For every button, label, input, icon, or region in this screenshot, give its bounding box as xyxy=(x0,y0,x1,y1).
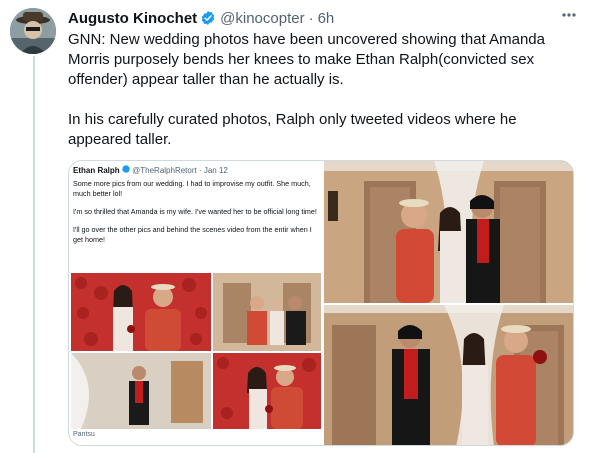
embedded-handle: @TheRalphRetort xyxy=(132,166,197,175)
embedded-paragraph-2: I'm so thrilled that Amanda is my wife. … xyxy=(73,207,317,216)
media-image-3[interactable] xyxy=(324,305,573,445)
handle[interactable]: @kinocopter xyxy=(220,10,304,27)
tweet-header: Augusto Kinochet @kinocopter · 6h xyxy=(68,8,334,28)
embedded-photo-1 xyxy=(71,273,211,351)
display-name[interactable]: Augusto Kinochet xyxy=(68,10,197,27)
thread-line xyxy=(33,56,35,453)
embedded-photo-2 xyxy=(213,273,321,351)
embedded-photo-4 xyxy=(213,353,321,429)
embedded-photo-3 xyxy=(71,353,211,429)
tweet-paragraph-1: GNN: New wedding photos have been uncove… xyxy=(68,31,545,88)
embedded-tweet-header: Ethan Ralph @TheRalphRetort · Jan 12 xyxy=(73,165,228,175)
embedded-photo-grid xyxy=(71,273,321,429)
media-image-1[interactable]: Ethan Ralph @TheRalphRetort · Jan 12 Som… xyxy=(69,161,322,445)
embedded-paragraph-1: Some more pics from our wedding. I had t… xyxy=(73,179,311,198)
tweet-text: GNN: New wedding photos have been uncove… xyxy=(68,30,568,150)
embedded-display-name: Ethan Ralph xyxy=(73,166,120,175)
separator-dot: · xyxy=(308,9,314,27)
media-grid[interactable]: Ethan Ralph @TheRalphRetort · Jan 12 Som… xyxy=(68,160,574,446)
tweet[interactable]: Augusto Kinochet @kinocopter · 6h GNN: N… xyxy=(0,0,603,453)
avatar[interactable] xyxy=(10,8,56,54)
embedded-footer: Pantsu xyxy=(73,431,95,438)
media-image-2[interactable] xyxy=(324,161,573,303)
verified-badge-icon xyxy=(200,10,216,26)
embedded-tweet-text: Some more pics from our wedding. I had t… xyxy=(73,179,322,245)
tweet-paragraph-2: In his carefully curated photos, Ralph o… xyxy=(68,111,517,148)
embedded-paragraph-3: I'll go over the other pics and behind t… xyxy=(73,225,312,244)
timestamp[interactable]: 6h xyxy=(318,10,335,27)
embedded-verified-icon xyxy=(122,165,130,173)
more-options-ellipsis-icon[interactable] xyxy=(558,6,580,28)
embedded-date: · Jan 12 xyxy=(198,166,228,175)
